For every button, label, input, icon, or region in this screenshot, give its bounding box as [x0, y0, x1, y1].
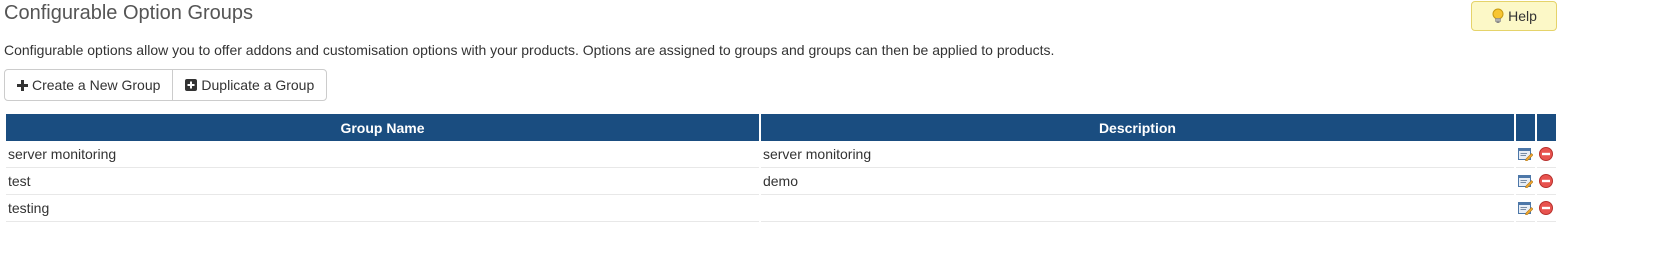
create-group-label: Create a New Group: [32, 77, 161, 93]
lightbulb-icon: [1492, 8, 1504, 23]
group-name-cell: server monitoring: [6, 141, 759, 168]
edit-button[interactable]: [1515, 168, 1535, 195]
column-header-description[interactable]: Description: [760, 114, 1514, 141]
plus-square-icon: [185, 79, 198, 91]
intro-text: Configurable options allow you to offer …: [4, 42, 1055, 58]
group-name-cell: test: [6, 168, 759, 195]
plus-icon: [17, 79, 28, 91]
description-cell: server monitoring: [760, 141, 1514, 168]
toolbar: Create a New Group Duplicate a Group: [4, 69, 328, 101]
description-cell: [760, 195, 1514, 222]
option-groups-table: Group Name Description server monitoring…: [4, 114, 1558, 222]
description-cell: demo: [760, 168, 1514, 195]
table-header-row: Group Name Description: [6, 114, 1556, 141]
delete-icon: [1539, 201, 1554, 215]
column-header-edit: [1515, 114, 1535, 141]
delete-button[interactable]: [1536, 195, 1556, 222]
edit-button[interactable]: [1515, 141, 1535, 168]
help-button[interactable]: Help: [1471, 1, 1557, 31]
column-header-delete: [1536, 114, 1556, 141]
duplicate-group-label: Duplicate a Group: [201, 77, 315, 93]
edit-icon: [1517, 148, 1533, 161]
delete-icon: [1539, 174, 1554, 188]
edit-button[interactable]: [1515, 195, 1535, 222]
column-header-group-name[interactable]: Group Name: [6, 114, 759, 141]
group-name-cell: testing: [6, 195, 759, 222]
delete-button[interactable]: [1536, 141, 1556, 168]
create-group-button[interactable]: Create a New Group: [5, 70, 172, 100]
delete-button[interactable]: [1536, 168, 1556, 195]
table-row: server monitoring server monitoring: [6, 141, 1556, 168]
delete-icon: [1539, 147, 1554, 161]
edit-icon: [1517, 202, 1533, 215]
duplicate-group-button[interactable]: Duplicate a Group: [172, 70, 326, 100]
edit-icon: [1517, 175, 1533, 188]
page-title: Configurable Option Groups: [4, 2, 254, 24]
table-row: test demo: [6, 168, 1556, 195]
table-row: testing: [6, 195, 1556, 222]
help-label: Help: [1508, 8, 1537, 24]
